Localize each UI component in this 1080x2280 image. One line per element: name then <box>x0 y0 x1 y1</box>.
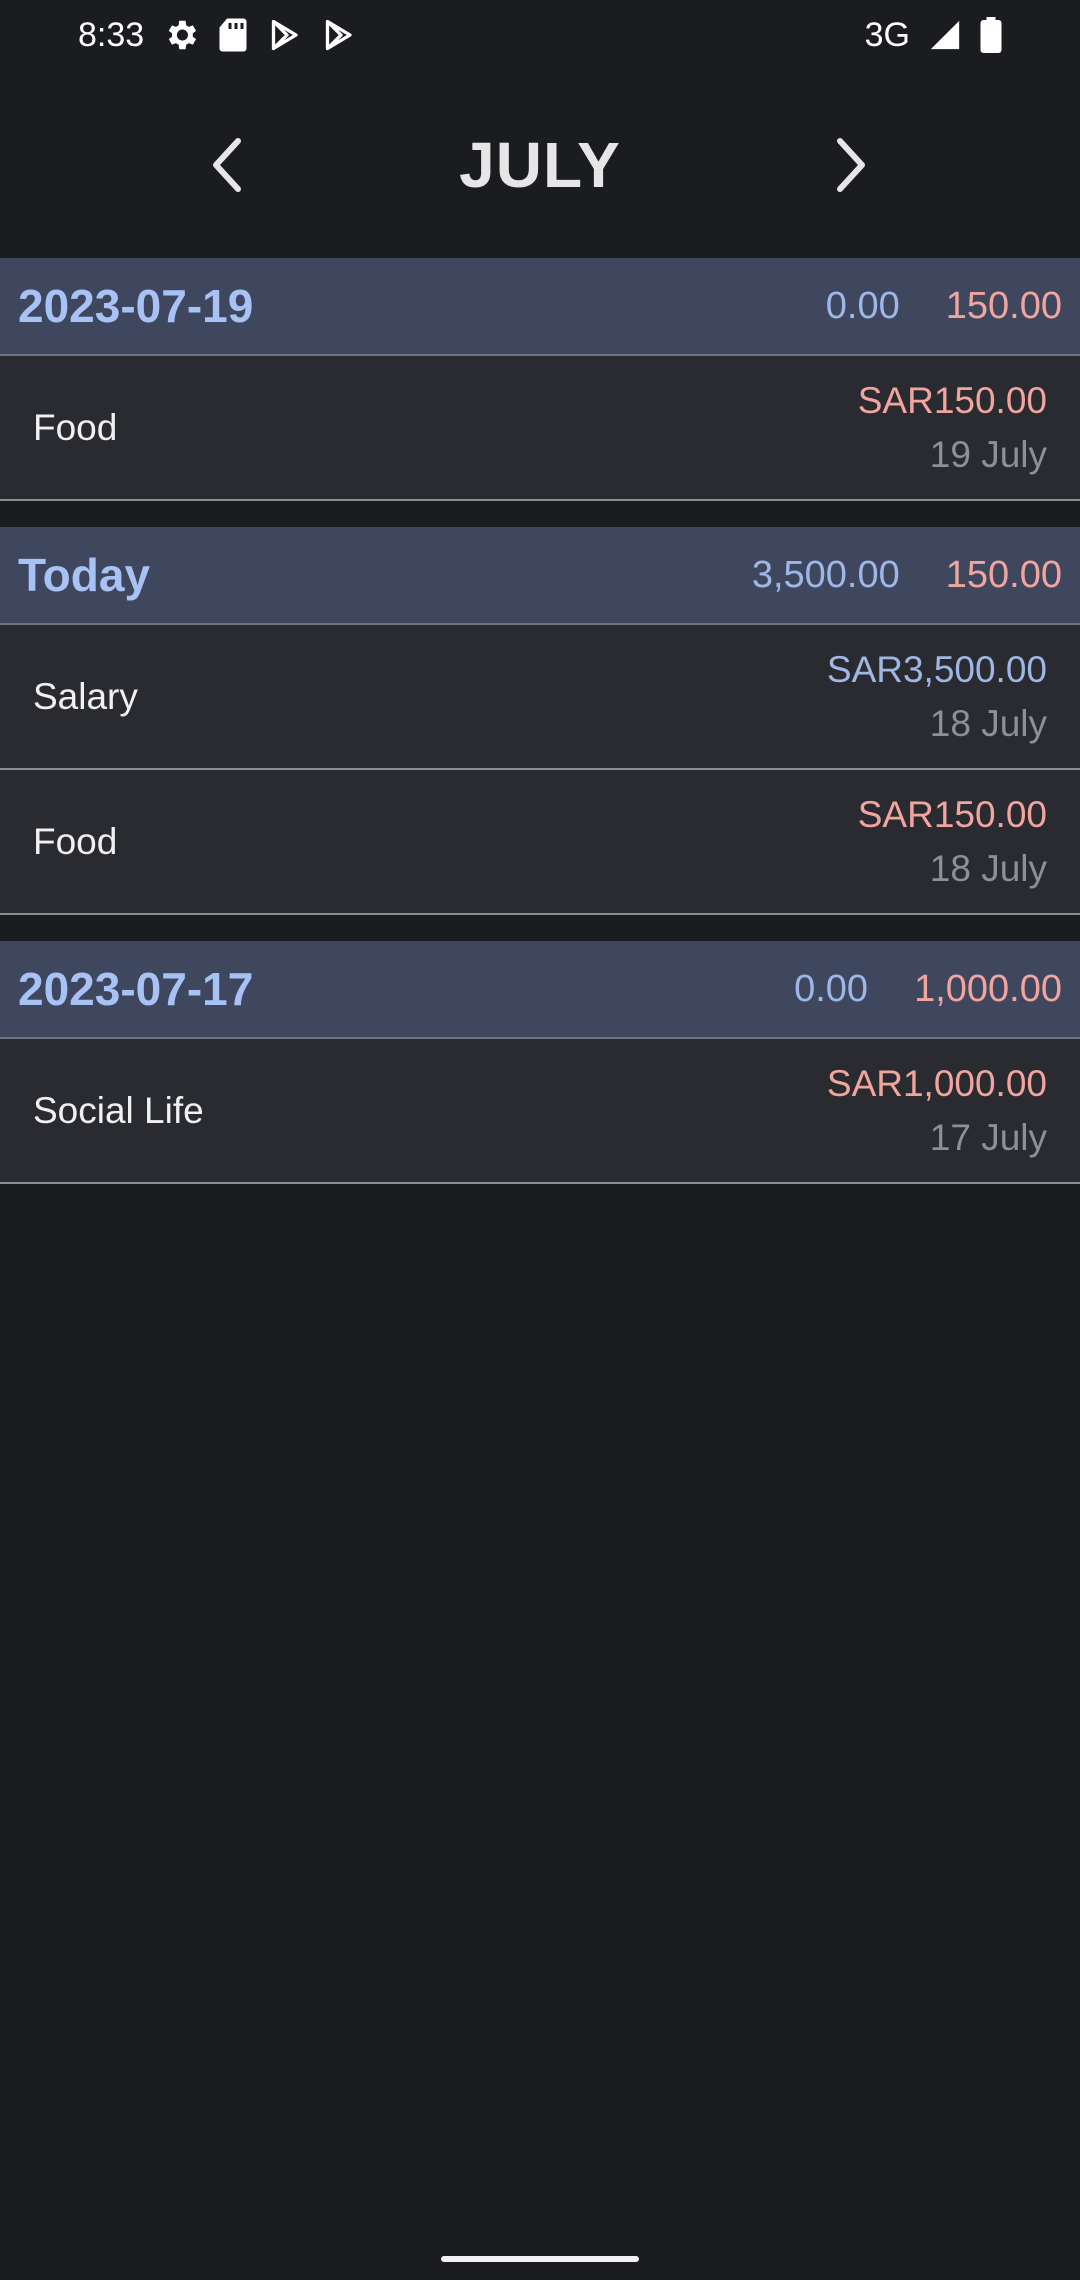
transaction-category: Food <box>33 406 118 448</box>
day-group-header[interactable]: 2023-07-17 0.00 1,000.00 <box>0 941 1080 1039</box>
group-date: 2023-07-17 <box>18 963 254 1015</box>
transaction-details: SAR3,500.00 18 July <box>827 649 1047 745</box>
group-date: Today <box>18 549 151 601</box>
transaction-category: Salary <box>33 675 138 717</box>
home-indicator[interactable] <box>441 2256 639 2262</box>
settings-gear-icon <box>162 16 200 54</box>
income-total: 0.00 <box>825 284 900 327</box>
status-right: 3G <box>865 16 1002 55</box>
transaction-amount: SAR3,500.00 <box>826 648 1047 690</box>
transaction-category: Social Life <box>33 1089 204 1131</box>
transaction-row[interactable]: Food SAR150.00 19 July <box>0 356 1080 501</box>
transaction-row[interactable]: Social Life SAR1,000.00 17 July <box>0 1039 1080 1184</box>
play-store-icon <box>266 16 302 54</box>
income-total: 0.00 <box>794 967 869 1010</box>
transaction-details: SAR150.00 19 July <box>858 380 1047 476</box>
day-group: Today 3,500.00 150.00 Salary SAR3,500.00… <box>0 527 1080 915</box>
group-date: 2023-07-19 <box>18 280 254 332</box>
expense-total: 150.00 <box>945 284 1062 327</box>
chevron-right-icon <box>837 138 865 192</box>
transaction-date: 19 July <box>929 433 1047 475</box>
expense-total: 1,000.00 <box>914 967 1062 1010</box>
battery-icon <box>980 17 1002 53</box>
transaction-details: SAR1,000.00 17 July <box>827 1063 1047 1159</box>
expense-total: 150.00 <box>945 553 1062 596</box>
screen: 8:33 3G JULY 2023-07-19 0.00 150.00 Food… <box>0 0 1080 2280</box>
income-total: 3,500.00 <box>751 553 900 596</box>
transaction-date: 18 July <box>929 702 1047 744</box>
day-group: 2023-07-17 0.00 1,000.00 Social Life SAR… <box>0 941 1080 1184</box>
transaction-category: Food <box>33 820 118 862</box>
transaction-amount: SAR150.00 <box>857 793 1047 835</box>
transaction-row[interactable]: Salary SAR3,500.00 18 July <box>0 625 1080 770</box>
next-month-button[interactable] <box>815 130 885 200</box>
transaction-list: 2023-07-19 0.00 150.00 Food SAR150.00 19… <box>0 258 1080 1210</box>
group-totals: 3,500.00 150.00 <box>752 554 1062 597</box>
month-title: JULY <box>459 129 621 201</box>
transaction-date: 18 July <box>929 847 1047 889</box>
status-left: 8:33 <box>78 16 356 55</box>
transaction-row[interactable]: Food SAR150.00 18 July <box>0 770 1080 915</box>
day-group: 2023-07-19 0.00 150.00 Food SAR150.00 19… <box>0 258 1080 501</box>
status-bar: 8:33 3G <box>0 0 1080 70</box>
network-type: 3G <box>864 15 910 54</box>
previous-month-button[interactable] <box>193 130 263 200</box>
signal-icon <box>928 18 962 52</box>
group-totals: 0.00 1,000.00 <box>794 968 1062 1011</box>
group-totals: 0.00 150.00 <box>826 285 1062 328</box>
transaction-amount: SAR1,000.00 <box>826 1062 1047 1104</box>
transaction-amount: SAR150.00 <box>857 379 1047 421</box>
sd-card-icon <box>218 17 248 53</box>
play-store-icon <box>320 16 356 54</box>
chevron-left-icon <box>213 138 241 192</box>
day-group-header[interactable]: 2023-07-19 0.00 150.00 <box>0 258 1080 356</box>
transaction-date: 17 July <box>929 1116 1047 1158</box>
status-time: 8:33 <box>78 15 145 54</box>
transaction-details: SAR150.00 18 July <box>858 794 1047 890</box>
month-header: JULY <box>0 100 1080 230</box>
day-group-header[interactable]: Today 3,500.00 150.00 <box>0 527 1080 625</box>
